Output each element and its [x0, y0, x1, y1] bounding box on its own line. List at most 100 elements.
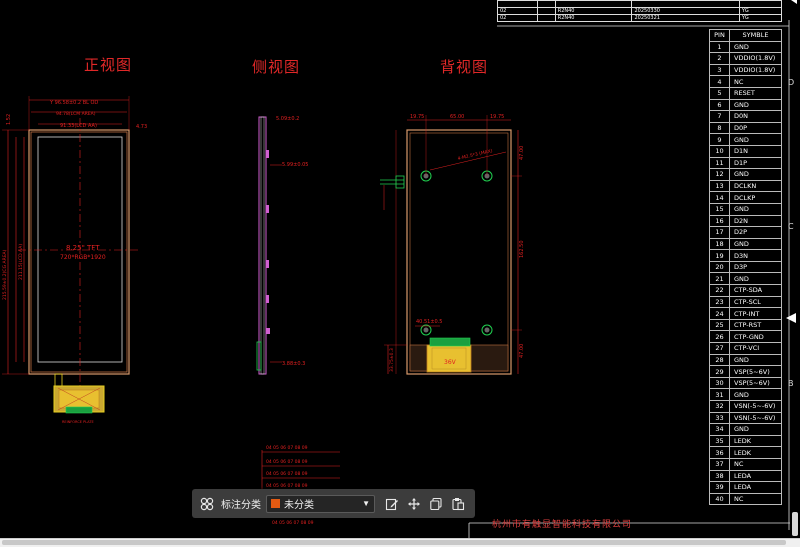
pin-number: 29: [709, 365, 730, 378]
svg-text:04 05 06 07 08 09: 04 05 06 07 08 09: [266, 471, 308, 477]
pin-row: 9 GND: [709, 133, 782, 146]
pin-symbol: D1P: [729, 156, 782, 170]
back-view-title: 背视图: [440, 58, 489, 76]
chevron-down-icon: ▼: [362, 499, 370, 508]
pin-number: 13: [709, 179, 730, 193]
front-dim-left: 1.52: [6, 114, 12, 125]
pin-symbol: NC: [729, 75, 782, 88]
pin-number: 3: [709, 63, 730, 77]
revision-cell: YG: [738, 14, 783, 22]
move-icon[interactable]: [403, 493, 425, 515]
pin-symbol: VDDIO(1.8V): [729, 63, 782, 77]
pin-row: 40 NC: [709, 492, 782, 506]
pin-symbol: RESET: [729, 86, 782, 100]
pin-symbol: NC: [729, 492, 782, 506]
annotation-category-label: 标注分类: [221, 500, 261, 511]
pin-row: 22 CTP-SDA: [709, 284, 782, 297]
pin-row: 25 CTP-RST: [709, 318, 782, 332]
pin-row: 4 NC: [709, 75, 782, 88]
pin-row: 34 GND: [709, 423, 782, 436]
pin-number: 14: [709, 191, 730, 204]
revision-table: 02 R2N40 20250330 YG 02 R2N40 20250321 YG: [496, 0, 783, 22]
pin-number: 35: [709, 434, 730, 448]
pin-row: 6 GND: [709, 98, 782, 112]
revision-cell: 02: [496, 7, 539, 15]
pin-symbol: GND: [729, 98, 782, 112]
pin-number: 19: [709, 249, 730, 262]
front-view-title: 正视图: [84, 56, 133, 74]
pin-row: 31 GND: [709, 388, 782, 401]
svg-text:04 05 06 07 08 09: 04 05 06 07 08 09: [272, 520, 314, 526]
pin-number: 40: [709, 492, 730, 506]
pin-number: 33: [709, 411, 730, 425]
vertical-scrollbar-thumb[interactable]: [792, 512, 798, 536]
pin-row: 8 D0P: [709, 121, 782, 135]
pin-row: 15 GND: [709, 202, 782, 216]
revision-cell: [537, 7, 556, 15]
pin-row: 3 VDDIO(1.8V): [709, 63, 782, 77]
front-dim-top-1: Y 96.58±0.2 BL OD: [49, 100, 98, 106]
pin-symbol: VSN(-5~-6V): [729, 411, 782, 425]
side-view-title: 侧视图: [252, 58, 301, 76]
pin-row: 1 GND: [709, 40, 782, 54]
pin-symbol: CTP-RST: [729, 318, 782, 332]
pin-symbol: D0N: [729, 110, 782, 123]
pin-symbol: LEDA: [729, 469, 782, 483]
edit-icon[interactable]: [381, 493, 403, 515]
pin-symbol: GND: [729, 237, 782, 251]
pin-symbol: LEDK: [729, 434, 782, 448]
revision-row: [496, 0, 783, 8]
side-dim-mid: 5.99±0.05: [282, 162, 308, 168]
zone-label-b: B: [788, 379, 794, 388]
front-dim-top-3: 91.33(LCD AA): [60, 123, 97, 129]
horizontal-scrollbar-thumb[interactable]: [2, 540, 786, 545]
pin-row: 38 LEDA: [709, 469, 782, 483]
zone-label-c: C: [788, 222, 794, 231]
pin-row: 16 D2N: [709, 214, 782, 228]
pin-symbol: DCLKN: [729, 179, 782, 193]
cad-drawing-canvas[interactable]: Y 96.58±0.2 BL OD 94.78(LCM AREA) 91.33(…: [0, 0, 800, 546]
pin-row: 39 LEDA: [709, 481, 782, 494]
svg-text:04 05 06 07 08 09: 04 05 06 07 08 09: [266, 445, 308, 451]
paste-icon[interactable]: [447, 493, 469, 515]
pin-symbol: VSP(5~6V): [729, 365, 782, 378]
category-select-value: 未分类: [284, 500, 314, 511]
pin-number: 28: [709, 353, 730, 367]
revision-cell: R2N40: [554, 7, 633, 15]
front-center-line1: 8.25" TFT: [66, 244, 100, 252]
pin-row: 19 D3N: [709, 249, 782, 262]
pin-number: 7: [709, 110, 730, 123]
pin-row: 27 CTP-VCI: [709, 342, 782, 355]
pin-row: 11 D1P: [709, 156, 782, 170]
grid-apps-icon[interactable]: [196, 493, 218, 515]
category-select[interactable]: 未分类 ▼: [266, 494, 375, 513]
pin-number: 31: [709, 388, 730, 401]
front-dim-top-2: 94.78(LCM AREA): [56, 111, 96, 117]
pin-number: 15: [709, 202, 730, 216]
back-dim-right-mid: 162.50: [519, 241, 525, 259]
pin-row: 12 GND: [709, 168, 782, 181]
pin-row: 29 VSP(5~6V): [709, 365, 782, 378]
revision-row: 02 R2N40 20250321 YG: [496, 14, 783, 22]
revision-cell: [738, 0, 783, 8]
pin-symbol: CTP-GND: [729, 330, 782, 344]
pin-number: 32: [709, 400, 730, 413]
pin-symbol: GND: [729, 40, 782, 54]
pin-number: 39: [709, 481, 730, 494]
pin-number: 21: [709, 272, 730, 286]
pin-row: 5 RESET: [709, 86, 782, 100]
pin-symbol: LEDK: [729, 446, 782, 459]
back-hole-note: 4-M2.5*3 (MAX): [457, 148, 493, 162]
pin-symbol: GND: [729, 388, 782, 401]
zone-label-d: D: [788, 78, 795, 87]
back-dim-top-right: 19.75: [490, 114, 504, 120]
front-center-line2: 720*RGB*1920: [60, 254, 106, 261]
revision-cell: YG: [738, 7, 783, 15]
pin-number: 38: [709, 469, 730, 483]
copy-icon[interactable]: [425, 493, 447, 515]
pin-row: 7 D0N: [709, 110, 782, 123]
pin-symbol: CTP-SCL: [729, 295, 782, 309]
pin-symbol: GND: [729, 133, 782, 146]
pin-row: 18 GND: [709, 237, 782, 251]
pin-number: 37: [709, 457, 730, 471]
